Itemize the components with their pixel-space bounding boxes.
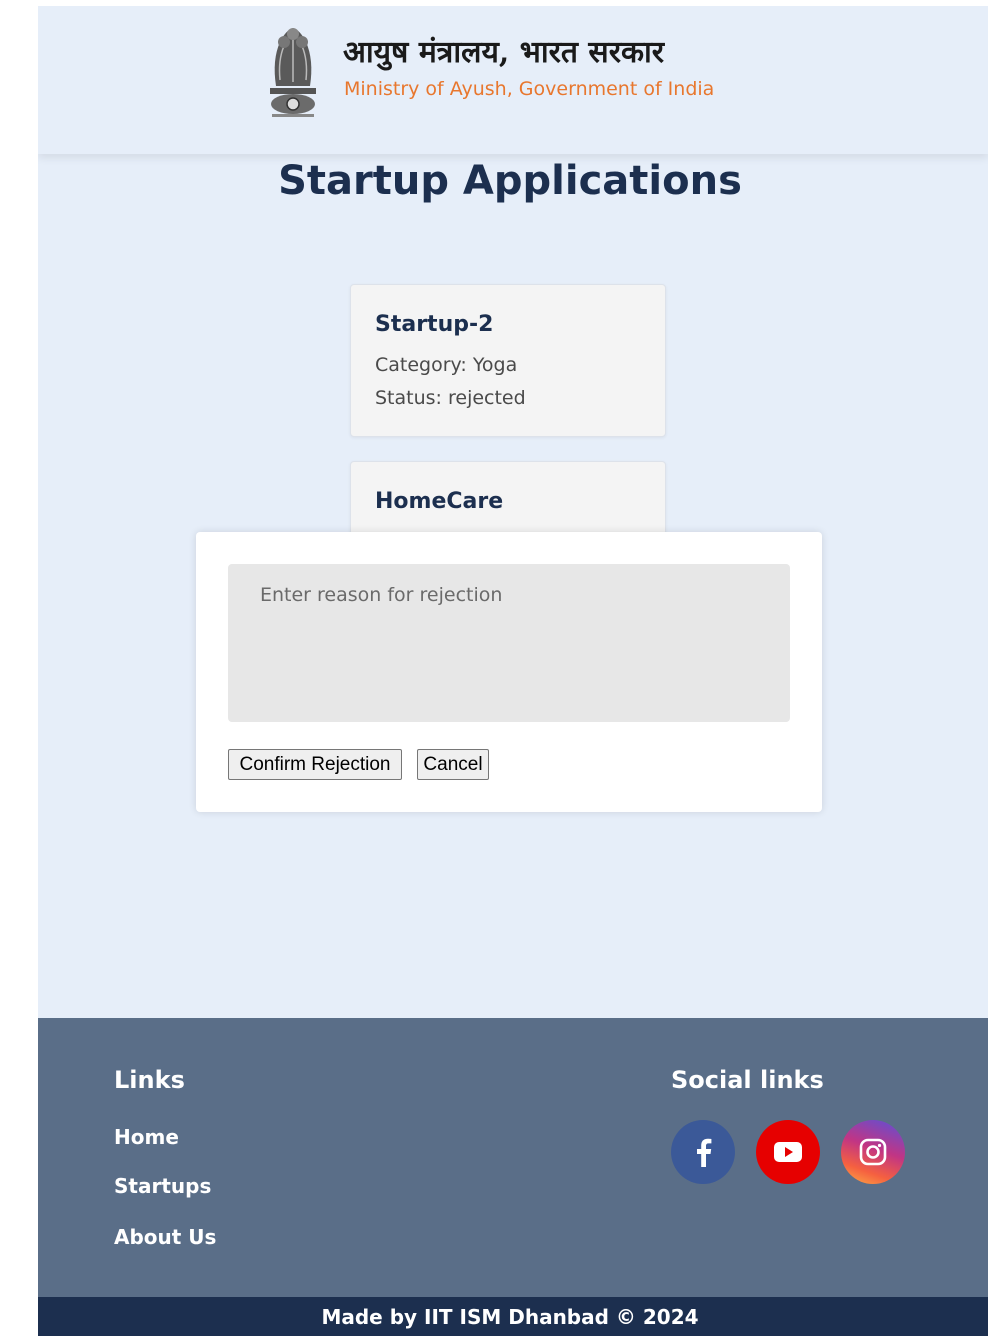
site-header: आयुष मंत्रालय, भारत सरकार Ministry of Ay…: [38, 6, 988, 154]
youtube-button[interactable]: [756, 1120, 820, 1184]
startup-card[interactable]: Startup-2 Category: Yoga Status: rejecte…: [350, 284, 666, 437]
instagram-button[interactable]: [841, 1120, 905, 1184]
page: आयुष मंत्रालय, भारत सरकार Ministry of Ay…: [38, 6, 988, 1336]
rejection-modal: Confirm Rejection Cancel: [196, 532, 822, 812]
social-links-heading: Social links: [671, 1066, 824, 1094]
page-title: Startup Applications: [278, 158, 742, 204]
ministry-name-english: Ministry of Ayush, Government of India: [344, 78, 715, 100]
site-footer: Links Home Startups About Us Social link…: [38, 1018, 988, 1297]
facebook-icon: [697, 1138, 712, 1167]
startup-category: Category: Yoga: [375, 354, 518, 376]
confirm-rejection-button[interactable]: Confirm Rejection: [228, 749, 402, 780]
rejection-reason-input[interactable]: [228, 564, 790, 722]
footer-link-startups[interactable]: Startups: [114, 1174, 211, 1198]
facebook-button[interactable]: [671, 1120, 735, 1184]
copyright-bar: Made by IIT ISM Dhanbad © 2024: [38, 1297, 988, 1336]
links-heading: Links: [114, 1066, 185, 1094]
footer-link-about-us[interactable]: About Us: [114, 1225, 216, 1249]
startup-status: Status: rejected: [375, 387, 526, 409]
youtube-icon: [774, 1142, 802, 1162]
copyright-text: Made by IIT ISM Dhanbad © 2024: [321, 1305, 699, 1329]
national-emblem-icon: [270, 28, 316, 117]
cancel-button[interactable]: Cancel: [417, 749, 489, 780]
instagram-icon: [859, 1138, 887, 1166]
ministry-name-hindi: आयुष मंत्रालय, भारत सरकार: [343, 35, 665, 70]
footer-link-home[interactable]: Home: [114, 1125, 179, 1149]
startup-name: HomeCare: [375, 489, 504, 514]
startup-name: Startup-2: [375, 312, 494, 337]
